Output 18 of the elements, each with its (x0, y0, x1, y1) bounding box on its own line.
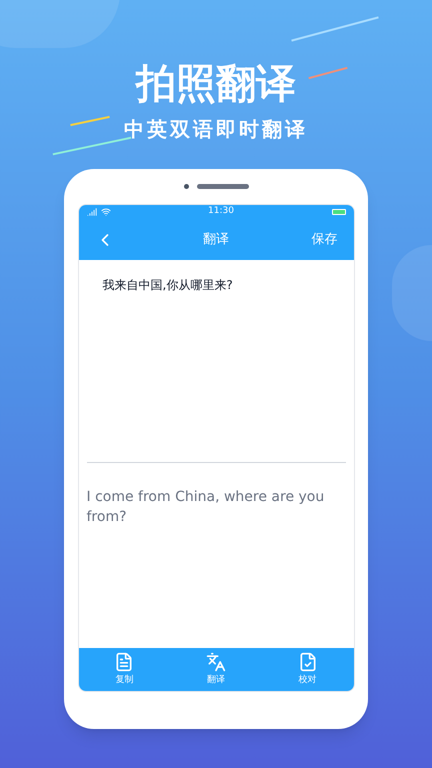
document-icon (114, 652, 134, 672)
signal-icon (86, 207, 96, 217)
status-time: 11:30 (208, 205, 234, 218)
translate-icon (206, 652, 226, 672)
toolbar-button[interactable]: 校对 (280, 652, 336, 688)
camera-icon (184, 184, 188, 189)
speaker-icon (196, 184, 248, 189)
nav-title: 翻译 (203, 230, 229, 249)
headline: 拍照翻译 (136, 60, 296, 108)
source-text[interactable]: 我来自中国,你从哪里来? (86, 260, 346, 463)
toolbar-button[interactable]: 翻译 (188, 652, 244, 688)
save-button[interactable]: 保存 (306, 230, 338, 250)
subtitle: 中英双语即时翻译 (124, 116, 308, 142)
document-check-icon (298, 652, 318, 672)
translation-text: I come from China, where are you from? (86, 488, 326, 527)
battery-icon (332, 209, 346, 215)
toolbar-button[interactable]: 复制 (96, 652, 152, 688)
wifi-icon (100, 207, 110, 217)
